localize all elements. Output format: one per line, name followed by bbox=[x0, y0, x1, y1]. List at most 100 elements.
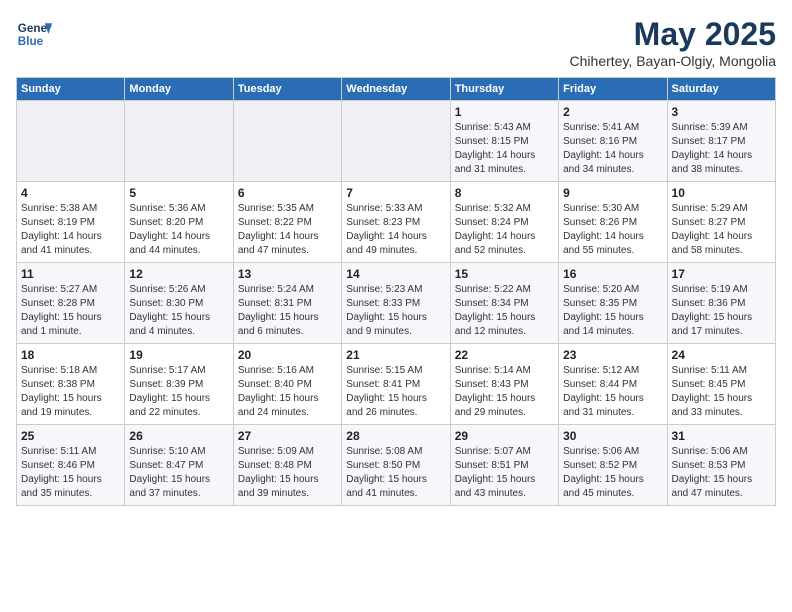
weekday-header-thursday: Thursday bbox=[450, 78, 558, 101]
day-number: 23 bbox=[563, 348, 662, 362]
day-detail: Sunrise: 5:39 AM Sunset: 8:17 PM Dayligh… bbox=[672, 121, 771, 177]
day-number: 8 bbox=[455, 186, 554, 200]
day-number: 9 bbox=[563, 186, 662, 200]
day-detail: Sunrise: 5:14 AM Sunset: 8:43 PM Dayligh… bbox=[455, 364, 554, 420]
day-number: 12 bbox=[129, 267, 228, 281]
title-block: May 2025 Chihertey, Bayan-Olgiy, Mongoli… bbox=[570, 16, 776, 69]
day-detail: Sunrise: 5:23 AM Sunset: 8:33 PM Dayligh… bbox=[346, 283, 445, 339]
day-detail: Sunrise: 5:18 AM Sunset: 8:38 PM Dayligh… bbox=[21, 364, 120, 420]
day-detail: Sunrise: 5:33 AM Sunset: 8:23 PM Dayligh… bbox=[346, 202, 445, 258]
calendar-cell bbox=[233, 101, 341, 182]
calendar-cell: 21 Sunrise: 5:15 AM Sunset: 8:41 PM Dayli… bbox=[342, 344, 450, 425]
logo: General Blue bbox=[16, 16, 52, 52]
day-detail: Sunrise: 5:16 AM Sunset: 8:40 PM Dayligh… bbox=[238, 364, 337, 420]
calendar-cell: 4 Sunrise: 5:38 AM Sunset: 8:19 PM Daylig… bbox=[17, 182, 125, 263]
day-number: 5 bbox=[129, 186, 228, 200]
calendar-cell: 26 Sunrise: 5:10 AM Sunset: 8:47 PM Dayli… bbox=[125, 425, 233, 506]
calendar-cell bbox=[17, 101, 125, 182]
day-number: 28 bbox=[346, 429, 445, 443]
calendar-cell: 13Sunrise: 5:24 AM Sunset: 8:31 PM Dayli… bbox=[233, 263, 341, 344]
calendar-cell bbox=[125, 101, 233, 182]
calendar-cell: 29 Sunrise: 5:07 AM Sunset: 8:51 PM Dayli… bbox=[450, 425, 558, 506]
day-number: 3 bbox=[672, 105, 771, 119]
day-detail: Sunrise: 5:19 AM Sunset: 8:36 PM Dayligh… bbox=[672, 283, 771, 339]
weekday-header-wednesday: Wednesday bbox=[342, 78, 450, 101]
day-number: 4 bbox=[21, 186, 120, 200]
day-number: 1 bbox=[455, 105, 554, 119]
day-number: 22 bbox=[455, 348, 554, 362]
day-number: 26 bbox=[129, 429, 228, 443]
calendar-cell: 18Sunrise: 5:18 AM Sunset: 8:38 PM Dayli… bbox=[17, 344, 125, 425]
day-detail: Sunrise: 5:43 AM Sunset: 8:15 PM Dayligh… bbox=[455, 121, 554, 177]
calendar-cell: 30Sunrise: 5:06 AM Sunset: 8:52 PM Dayli… bbox=[559, 425, 667, 506]
day-detail: Sunrise: 5:11 AM Sunset: 8:46 PM Dayligh… bbox=[21, 445, 120, 501]
day-number: 17 bbox=[672, 267, 771, 281]
svg-text:Blue: Blue bbox=[18, 35, 44, 48]
calendar-cell: 17 Sunrise: 5:19 AM Sunset: 8:36 PM Dayli… bbox=[667, 263, 775, 344]
day-detail: Sunrise: 5:10 AM Sunset: 8:47 PM Dayligh… bbox=[129, 445, 228, 501]
day-number: 29 bbox=[455, 429, 554, 443]
calendar-cell: 16 Sunrise: 5:20 AM Sunset: 8:35 PM Dayli… bbox=[559, 263, 667, 344]
weekday-header-saturday: Saturday bbox=[667, 78, 775, 101]
day-number: 16 bbox=[563, 267, 662, 281]
calendar-cell: 5 Sunrise: 5:36 AM Sunset: 8:20 PM Daylig… bbox=[125, 182, 233, 263]
weekday-header-tuesday: Tuesday bbox=[233, 78, 341, 101]
day-detail: Sunrise: 5:29 AM Sunset: 8:27 PM Dayligh… bbox=[672, 202, 771, 258]
calendar-cell: 22 Sunrise: 5:14 AM Sunset: 8:43 PM Dayli… bbox=[450, 344, 558, 425]
day-number: 7 bbox=[346, 186, 445, 200]
day-detail: Sunrise: 5:41 AM Sunset: 8:16 PM Dayligh… bbox=[563, 121, 662, 177]
calendar-cell: 25 Sunrise: 5:11 AM Sunset: 8:46 PM Dayli… bbox=[17, 425, 125, 506]
day-detail: Sunrise: 5:26 AM Sunset: 8:30 PM Dayligh… bbox=[129, 283, 228, 339]
day-detail: Sunrise: 5:24 AM Sunset: 8:31 PM Dayligh… bbox=[238, 283, 337, 339]
calendar-cell: 1 Sunrise: 5:43 AM Sunset: 8:15 PM Daylig… bbox=[450, 101, 558, 182]
day-number: 2 bbox=[563, 105, 662, 119]
calendar-cell: 14 Sunrise: 5:23 AM Sunset: 8:33 PM Dayli… bbox=[342, 263, 450, 344]
page-header: General Blue May 2025 Chihertey, Bayan-O… bbox=[16, 16, 776, 69]
day-number: 15 bbox=[455, 267, 554, 281]
day-number: 25 bbox=[21, 429, 120, 443]
calendar-table: SundayMondayTuesdayWednesdayThursdayFrid… bbox=[16, 77, 776, 506]
day-number: 10 bbox=[672, 186, 771, 200]
day-detail: Sunrise: 5:07 AM Sunset: 8:51 PM Dayligh… bbox=[455, 445, 554, 501]
calendar-cell: 3 Sunrise: 5:39 AM Sunset: 8:17 PM Daylig… bbox=[667, 101, 775, 182]
weekday-header-monday: Monday bbox=[125, 78, 233, 101]
calendar-cell: 9 Sunrise: 5:30 AM Sunset: 8:26 PM Daylig… bbox=[559, 182, 667, 263]
day-detail: Sunrise: 5:20 AM Sunset: 8:35 PM Dayligh… bbox=[563, 283, 662, 339]
day-detail: Sunrise: 5:06 AM Sunset: 8:53 PM Dayligh… bbox=[672, 445, 771, 501]
day-detail: Sunrise: 5:36 AM Sunset: 8:20 PM Dayligh… bbox=[129, 202, 228, 258]
day-detail: Sunrise: 5:09 AM Sunset: 8:48 PM Dayligh… bbox=[238, 445, 337, 501]
day-number: 20 bbox=[238, 348, 337, 362]
day-number: 27 bbox=[238, 429, 337, 443]
calendar-cell: 27 Sunrise: 5:09 AM Sunset: 8:48 PM Dayli… bbox=[233, 425, 341, 506]
day-number: 19 bbox=[129, 348, 228, 362]
day-detail: Sunrise: 5:17 AM Sunset: 8:39 PM Dayligh… bbox=[129, 364, 228, 420]
day-detail: Sunrise: 5:38 AM Sunset: 8:19 PM Dayligh… bbox=[21, 202, 120, 258]
day-number: 30 bbox=[563, 429, 662, 443]
logo-icon: General Blue bbox=[16, 16, 52, 52]
day-detail: Sunrise: 5:12 AM Sunset: 8:44 PM Dayligh… bbox=[563, 364, 662, 420]
month-title: May 2025 bbox=[570, 16, 776, 53]
day-number: 14 bbox=[346, 267, 445, 281]
calendar-cell: 7 Sunrise: 5:33 AM Sunset: 8:23 PM Daylig… bbox=[342, 182, 450, 263]
day-detail: Sunrise: 5:35 AM Sunset: 8:22 PM Dayligh… bbox=[238, 202, 337, 258]
calendar-cell: 24 Sunrise: 5:11 AM Sunset: 8:45 PM Dayli… bbox=[667, 344, 775, 425]
calendar-cell: 10 Sunrise: 5:29 AM Sunset: 8:27 PM Dayli… bbox=[667, 182, 775, 263]
day-detail: Sunrise: 5:15 AM Sunset: 8:41 PM Dayligh… bbox=[346, 364, 445, 420]
day-detail: Sunrise: 5:32 AM Sunset: 8:24 PM Dayligh… bbox=[455, 202, 554, 258]
weekday-header-sunday: Sunday bbox=[17, 78, 125, 101]
calendar-cell: 28Sunrise: 5:08 AM Sunset: 8:50 PM Dayli… bbox=[342, 425, 450, 506]
weekday-header-friday: Friday bbox=[559, 78, 667, 101]
calendar-cell: 11Sunrise: 5:27 AM Sunset: 8:28 PM Dayli… bbox=[17, 263, 125, 344]
day-number: 21 bbox=[346, 348, 445, 362]
day-detail: Sunrise: 5:30 AM Sunset: 8:26 PM Dayligh… bbox=[563, 202, 662, 258]
day-number: 24 bbox=[672, 348, 771, 362]
day-detail: Sunrise: 5:11 AM Sunset: 8:45 PM Dayligh… bbox=[672, 364, 771, 420]
calendar-cell bbox=[342, 101, 450, 182]
calendar-cell: 2 Sunrise: 5:41 AM Sunset: 8:16 PM Daylig… bbox=[559, 101, 667, 182]
calendar-cell: 31Sunrise: 5:06 AM Sunset: 8:53 PM Dayli… bbox=[667, 425, 775, 506]
calendar-cell: 12 Sunrise: 5:26 AM Sunset: 8:30 PM Dayli… bbox=[125, 263, 233, 344]
day-detail: Sunrise: 5:22 AM Sunset: 8:34 PM Dayligh… bbox=[455, 283, 554, 339]
calendar-cell: 6Sunrise: 5:35 AM Sunset: 8:22 PM Daylig… bbox=[233, 182, 341, 263]
location-subtitle: Chihertey, Bayan-Olgiy, Mongolia bbox=[570, 53, 776, 69]
calendar-cell: 19 Sunrise: 5:17 AM Sunset: 8:39 PM Dayli… bbox=[125, 344, 233, 425]
